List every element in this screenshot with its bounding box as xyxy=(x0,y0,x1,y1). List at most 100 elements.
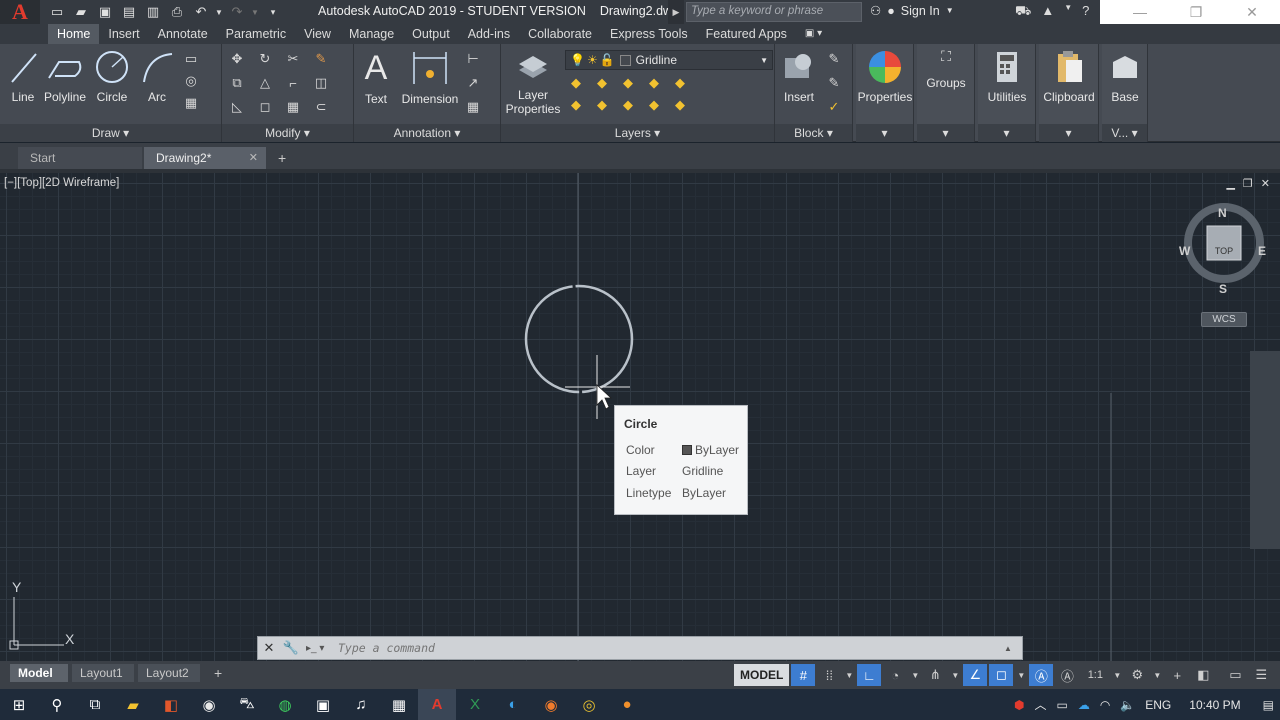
tab-output[interactable]: Output xyxy=(403,24,459,44)
rotate-icon[interactable]: ↻ xyxy=(256,50,274,68)
task-view-icon[interactable]: ⧉ xyxy=(76,689,114,720)
create-block-icon[interactable]: ✎ xyxy=(825,50,843,68)
compass-east[interactable]: E xyxy=(1258,244,1266,258)
add-layout-button[interactable]: + xyxy=(206,664,228,682)
help-icon[interactable]: ? xyxy=(1082,3,1089,21)
text-button[interactable]: A Text xyxy=(360,48,392,106)
office-icon[interactable]: ◧ xyxy=(152,689,190,720)
array-icon[interactable]: ▦ xyxy=(284,98,302,116)
layer-tool-9-icon[interactable]: ◆ xyxy=(645,96,663,114)
command-input[interactable] xyxy=(332,637,1004,659)
scale-icon[interactable]: ◻ xyxy=(256,98,274,116)
snap-toggle-icon[interactable]: ⁞⁞ xyxy=(817,664,841,686)
explode-icon[interactable]: ◫ xyxy=(312,74,330,92)
redo-dropdown-icon[interactable]: ▼ xyxy=(250,2,260,22)
ortho-toggle-icon[interactable]: ∟ xyxy=(857,664,882,686)
chrome-icon[interactable]: ◎ xyxy=(570,689,608,720)
save-icon[interactable]: ▣ xyxy=(94,2,116,22)
undo-dropdown-icon[interactable]: ▼ xyxy=(214,2,224,22)
stretch-icon[interactable]: ◺ xyxy=(228,98,246,116)
annotation-visibility-icon[interactable]: Ⓐ xyxy=(1029,664,1054,686)
offset-icon[interactable]: ⊂ xyxy=(312,98,330,116)
move-icon[interactable]: ✥ xyxy=(228,50,246,68)
trim-icon[interactable]: ✂ xyxy=(284,50,302,68)
publish-icon[interactable]: ▥ xyxy=(142,2,164,22)
clock[interactable]: 10:40 PM xyxy=(1189,698,1240,712)
groups-button[interactable]: ⛶ Groups xyxy=(917,48,975,90)
show-hidden-icons[interactable]: ︿ xyxy=(1034,696,1046,713)
volume-icon[interactable]: 🔈 xyxy=(1120,698,1135,712)
isodraft-dropdown-icon[interactable]: ▼ xyxy=(949,664,961,686)
viewport-close-icon[interactable]: ✕ xyxy=(1261,177,1270,190)
layer-tool-5-icon[interactable]: ◆ xyxy=(671,74,689,92)
customize-qat-icon[interactable]: ▾ xyxy=(262,2,284,22)
sign-in-dropdown-icon[interactable]: ▼ xyxy=(946,6,954,15)
rectangle-icon[interactable]: ▭ xyxy=(182,50,200,68)
viewport-controls-label[interactable]: [−][Top][2D Wireframe] xyxy=(4,177,119,189)
tab-express-tools[interactable]: Express Tools xyxy=(601,24,697,44)
layer-tool-3-icon[interactable]: ◆ xyxy=(619,74,637,92)
polar-dropdown-icon[interactable]: ▼ xyxy=(909,664,921,686)
layer-properties-button[interactable]: Layer Properties xyxy=(503,48,563,116)
tab-insert[interactable]: Insert xyxy=(99,24,148,44)
insert-block-button[interactable]: Insert xyxy=(777,48,821,104)
annotation-monitor-icon[interactable]: + xyxy=(1165,664,1189,686)
view-panel-title[interactable]: V... ▾ xyxy=(1102,124,1147,142)
new-file-icon[interactable]: ▭ xyxy=(46,2,68,22)
workspace-gear-icon[interactable]: ⚙ xyxy=(1125,664,1149,686)
tab-view[interactable]: View xyxy=(295,24,340,44)
taskbar-search-icon[interactable]: ⚲ xyxy=(38,689,76,720)
layer-tool-4-icon[interactable]: ◆ xyxy=(645,74,663,92)
snap-dropdown-icon[interactable]: ▼ xyxy=(843,664,855,686)
photos-icon[interactable]: ▣ xyxy=(304,689,342,720)
store-icon[interactable]: ⛍ xyxy=(228,689,266,720)
leader-icon[interactable]: ↗ xyxy=(464,74,482,92)
search-input[interactable]: Type a keyword or phrase xyxy=(686,2,862,22)
windows-start-icon[interactable]: ⊞ xyxy=(0,689,38,720)
minimize-icon[interactable]: — xyxy=(1112,4,1168,20)
attribute-icon[interactable]: ✓ xyxy=(825,98,843,116)
application-menu-button[interactable]: A xyxy=(0,0,40,24)
tab-featured-apps[interactable]: Featured Apps xyxy=(697,24,796,44)
autodesk-tray-icon[interactable]: ⬢ xyxy=(1014,698,1024,712)
block-panel-title[interactable]: Block ▾ xyxy=(775,124,852,142)
object-snap-dropdown-icon[interactable]: ▼ xyxy=(1015,664,1027,686)
command-customize-icon[interactable]: 🔧 xyxy=(280,640,302,656)
groups-panel-expand[interactable]: ▾ xyxy=(917,124,974,142)
print-icon[interactable]: ⎙ xyxy=(166,2,188,22)
utilities-panel-expand[interactable]: ▾ xyxy=(978,124,1035,142)
compass-north[interactable]: N xyxy=(1218,206,1227,220)
ribbon-minimize-icon[interactable]: ▣ ▾ xyxy=(796,24,831,44)
onedrive-icon[interactable]: ☁ xyxy=(1078,698,1090,712)
file-explorer-icon[interactable]: ▰ xyxy=(114,689,152,720)
paint-app-icon[interactable]: ◉ xyxy=(190,689,228,720)
annotation-panel-title[interactable]: Annotation ▾ xyxy=(354,124,500,142)
help-dropdown-icon[interactable]: ▼ xyxy=(1064,3,1072,21)
layers-panel-title[interactable]: Layers ▾ xyxy=(501,124,774,142)
isolate-objects-icon[interactable]: ◧ xyxy=(1191,664,1215,686)
linear-dim-icon[interactable]: ⊢ xyxy=(464,50,482,68)
edit-block-icon[interactable]: ✎ xyxy=(825,74,843,92)
customize-statusbar-icon[interactable]: ☰ xyxy=(1249,664,1273,686)
copy-icon[interactable]: ⧉ xyxy=(228,74,246,92)
model-space-button[interactable]: MODEL xyxy=(734,664,790,686)
dimension-button[interactable]: Dimension xyxy=(400,48,460,106)
excel-icon[interactable]: X xyxy=(456,689,494,720)
another-app-icon[interactable]: ● xyxy=(608,689,646,720)
tab-manage[interactable]: Manage xyxy=(340,24,403,44)
properties-panel-expand[interactable]: ▾ xyxy=(856,124,913,142)
workspace-dropdown-icon[interactable]: ▼ xyxy=(1151,664,1163,686)
drawing-tab[interactable]: Drawing2* ✕ xyxy=(144,147,266,169)
cart-icon[interactable]: ⛟ xyxy=(1015,3,1031,21)
polar-tracking-icon[interactable]: ◔ xyxy=(883,664,907,686)
wifi-icon[interactable]: ◠ xyxy=(1100,698,1110,712)
draw-panel-title[interactable]: Draw ▾ xyxy=(0,124,221,142)
layout2-tab[interactable]: Layout2 xyxy=(138,664,200,682)
tab-collaborate[interactable]: Collaborate xyxy=(519,24,601,44)
grid-toggle-icon[interactable]: # xyxy=(791,664,816,686)
tab-home[interactable]: Home xyxy=(48,24,100,44)
wcs-menu[interactable]: WCS xyxy=(1201,312,1247,327)
whatsapp-icon[interactable]: ◍ xyxy=(266,689,304,720)
isodraft-icon[interactable]: ⋔ xyxy=(923,664,947,686)
circle-object[interactable] xyxy=(524,284,634,394)
